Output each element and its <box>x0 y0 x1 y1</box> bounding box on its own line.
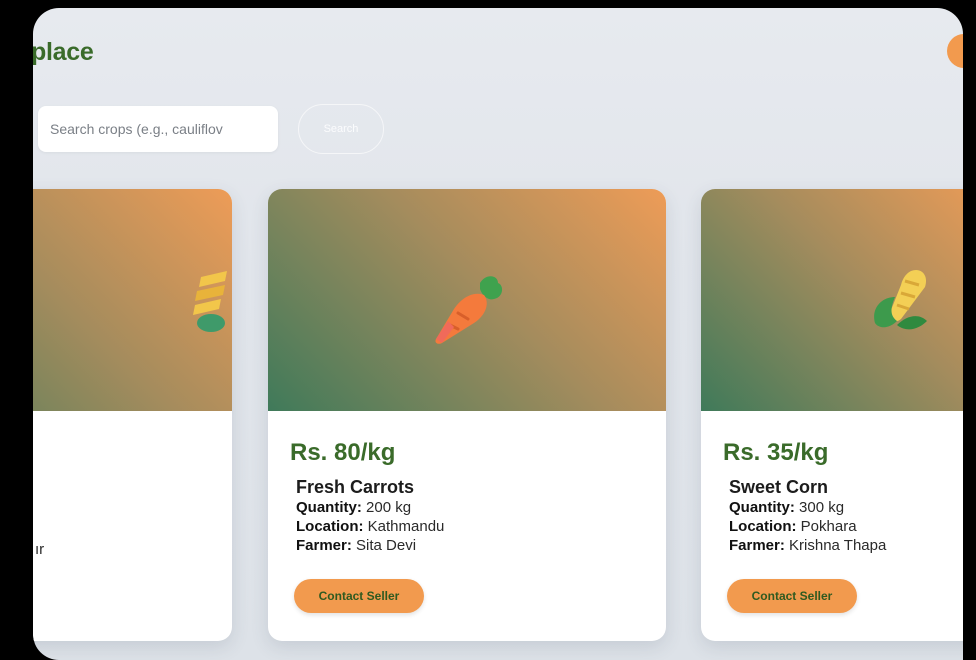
crop-card-corn: Rs. 35/kg Sweet Corn Quantity: 300 kg Lo… <box>701 189 963 641</box>
page-title: place <box>33 38 94 66</box>
avatar[interactable] <box>947 34 963 68</box>
contact-seller-button[interactable]: Contact Seller <box>727 579 857 613</box>
quantity-value: 200 kg <box>361 499 412 516</box>
quantity-label: Quantity: <box>296 499 362 516</box>
location-label: Location: <box>729 518 797 535</box>
crop-card-carrots: Rs. 80/kg Fresh Carrots Quantity: 200 kg… <box>268 189 666 641</box>
search-button[interactable]: Search <box>298 104 384 154</box>
corn-icon <box>861 263 941 348</box>
carrot-icon <box>428 269 508 354</box>
quantity-detail: Quantity: 200 kg <box>296 498 666 517</box>
farmer-label: Farmer: <box>296 537 352 554</box>
crop-image <box>701 189 963 411</box>
location-label: Location: <box>296 518 364 535</box>
wheat-icon <box>181 267 232 342</box>
card-body: ır <box>33 411 232 641</box>
crop-name: Fresh Carrots <box>296 477 415 497</box>
search-input[interactable] <box>38 106 278 152</box>
card-body: Rs. 80/kg Fresh Carrots Quantity: 200 kg… <box>268 411 666 641</box>
farmer-label: Farmer: <box>729 537 785 554</box>
price: Rs. 80/kg <box>290 439 396 466</box>
crop-image <box>33 189 232 411</box>
location-value: Kathmandu <box>363 518 445 535</box>
price: Rs. 35/kg <box>723 439 829 466</box>
farmer-value: Krishna Thapa <box>784 537 887 554</box>
quantity-detail: Quantity: 300 kg <box>729 498 963 517</box>
farmer-detail: Farmer: Sita Devi <box>296 536 666 555</box>
farmer-value: Sita Devi <box>351 537 417 554</box>
farmer-detail: ır <box>35 541 45 558</box>
quantity-label: Quantity: <box>729 499 795 516</box>
location-detail: Location: Pokhara <box>729 517 963 536</box>
contact-seller-button[interactable]: Contact Seller <box>294 579 424 613</box>
location-value: Pokhara <box>796 518 857 535</box>
marketplace-window: place Search ır <box>33 8 963 660</box>
crop-image <box>268 189 666 411</box>
quantity-value: 300 kg <box>794 499 845 516</box>
crop-card-wheat: ır <box>33 189 232 641</box>
card-body: Rs. 35/kg Sweet Corn Quantity: 300 kg Lo… <box>701 411 963 641</box>
farmer-detail: Farmer: Krishna Thapa <box>729 536 963 555</box>
crop-name: Sweet Corn <box>729 477 829 497</box>
location-detail: Location: Kathmandu <box>296 517 666 536</box>
